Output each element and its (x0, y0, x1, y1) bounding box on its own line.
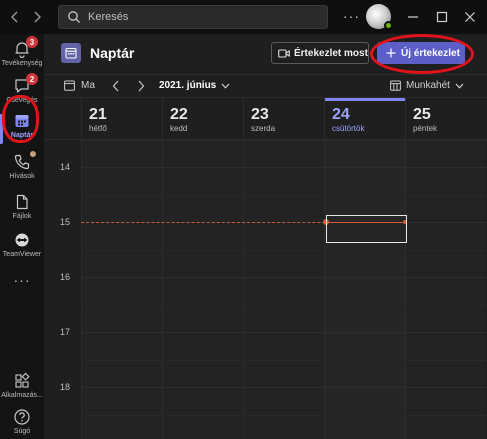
rail-item-label: Alkalmazás... (1, 392, 43, 399)
page-title: Naptár (90, 45, 135, 61)
chat-badge: 2 (26, 73, 38, 85)
rail-item-label: Tevékenység (1, 60, 43, 67)
hour-line (81, 387, 487, 388)
day-header-wednesday[interactable]: 23 szerda (243, 98, 324, 140)
search-placeholder: Keresés (88, 11, 129, 23)
meet-now-button[interactable]: Értekezlet most (271, 42, 369, 64)
chevron-down-icon (455, 83, 464, 89)
avatar[interactable] (366, 4, 393, 30)
apps-icon (13, 372, 31, 390)
today-label: Ma (81, 80, 95, 91)
hour-label: 17 (60, 327, 71, 337)
day-name: csütörtök (332, 124, 365, 133)
half-hour-line (81, 195, 487, 196)
rail-item-help[interactable]: Súgó (0, 404, 44, 439)
minimize-icon[interactable] (404, 8, 422, 26)
day-number: 23 (251, 106, 269, 123)
day-column[interactable] (243, 140, 324, 439)
maximize-icon[interactable] (433, 8, 451, 26)
month-picker[interactable]: 2021. június (159, 80, 230, 91)
half-hour-line (81, 140, 487, 141)
selected-time-slot[interactable] (326, 215, 407, 243)
rail-item-teamviewer[interactable]: TeamViewer (0, 227, 44, 271)
annotation-circle-calendar (2, 95, 39, 143)
day-header-friday[interactable]: 25 péntek (405, 98, 486, 140)
day-name: péntek (413, 124, 438, 133)
forward-icon[interactable] (29, 9, 45, 25)
day-name: szerda (251, 124, 276, 133)
video-camera-icon (278, 48, 290, 58)
day-header-row: 21 hétfő 22 kedd 23 szerda 24 csütörtök … (44, 98, 487, 140)
title-bar: Keresés ··· (0, 0, 487, 34)
today-calendar-icon (64, 80, 75, 91)
calendar-toolbar: Ma 2021. június Munkahét (44, 74, 487, 98)
today-button[interactable]: Ma (64, 80, 95, 91)
next-week-icon[interactable] (135, 80, 147, 92)
rail-item-label: Fájlok (12, 213, 32, 220)
more-apps-icon[interactable]: ··· (0, 272, 44, 288)
day-number: 25 (413, 106, 431, 123)
view-label: Munkahét (406, 80, 450, 91)
rail-item-label: Hívások (9, 173, 35, 180)
week-grid: 14 15 16 17 18 (44, 140, 487, 439)
hour-label: 14 (60, 162, 71, 172)
more-options-icon[interactable]: ··· (343, 8, 360, 24)
day-header-tuesday[interactable]: 22 kedd (162, 98, 243, 140)
meet-now-label: Értekezlet most (294, 47, 368, 59)
hour-label: 16 (60, 272, 71, 282)
rail-item-label: TeamViewer (2, 251, 42, 258)
day-column[interactable] (162, 140, 243, 439)
help-icon (13, 408, 31, 426)
day-number: 22 (170, 106, 188, 123)
view-switcher[interactable]: Munkahét (390, 80, 464, 91)
day-column[interactable] (81, 140, 162, 439)
view-calendar-icon (390, 80, 401, 91)
day-header-thursday[interactable]: 24 csütörtök (324, 98, 406, 140)
hour-label: 15 (60, 217, 71, 227)
file-icon (13, 193, 31, 211)
hour-line (81, 167, 487, 168)
annotation-circle-new-meeting (370, 34, 474, 74)
bell-icon: 3 (13, 36, 38, 59)
teamviewer-icon (13, 231, 31, 249)
previous-week-icon[interactable] (110, 80, 122, 92)
phone-icon (13, 151, 36, 171)
month-label: 2021. június (159, 80, 217, 91)
half-hour-line (81, 250, 487, 251)
day-column-today[interactable] (324, 140, 405, 439)
search-icon (68, 11, 80, 23)
chevron-down-icon (221, 83, 230, 89)
half-hour-line (81, 305, 487, 306)
half-hour-line (81, 360, 487, 361)
rail-item-calls[interactable]: Hívások (0, 149, 44, 193)
hour-label: 18 (60, 382, 71, 392)
teams-app: Keresés ··· 3 Tevékenység 2 Csevegés Nap… (0, 0, 487, 439)
day-name: kedd (170, 124, 188, 133)
notification-dot (30, 151, 36, 157)
activity-badge: 3 (26, 36, 38, 48)
day-number: 24 (332, 106, 350, 123)
day-number: 21 (89, 106, 107, 123)
rail-item-label: Súgó (13, 428, 31, 435)
day-name: hétfő (89, 124, 107, 133)
calendar-app-icon (61, 43, 81, 63)
half-hour-line (81, 415, 487, 416)
day-column[interactable] (405, 140, 486, 439)
chat-icon: 2 (13, 73, 38, 95)
search-input[interactable]: Keresés (58, 5, 328, 29)
hour-line (81, 332, 487, 333)
status-available-icon (384, 21, 393, 30)
day-header-monday[interactable]: 21 hétfő (81, 98, 162, 140)
back-icon[interactable] (7, 9, 23, 25)
hour-line (81, 277, 487, 278)
close-icon[interactable] (461, 8, 479, 26)
